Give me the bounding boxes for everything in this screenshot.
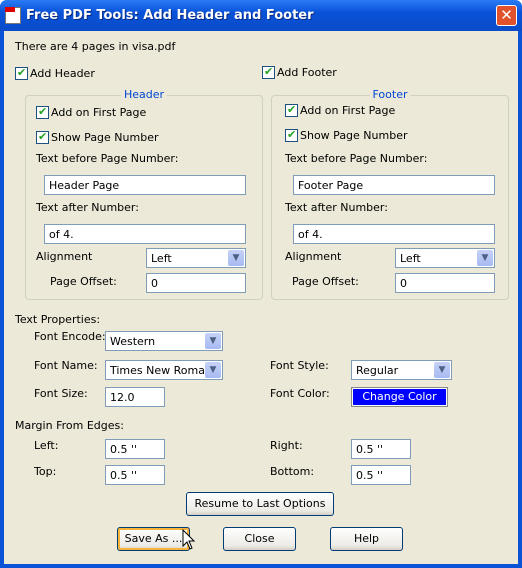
footer-after-input[interactable]: of 4. (293, 224, 495, 244)
font-color-label: Font Color: (270, 387, 330, 400)
header-alignment-value: Left (151, 252, 172, 265)
font-style-select[interactable]: Regular ▼ (351, 360, 452, 380)
add-footer-checkbox[interactable] (262, 65, 275, 79)
chevron-down-icon[interactable]: ▼ (205, 362, 221, 378)
header-alignment-select[interactable]: Left ▼ (146, 248, 246, 268)
footer-alignment-label: Alignment (285, 250, 342, 263)
header-after-label: Text after Number: (36, 201, 139, 214)
margin-right-input[interactable]: 0.5 '' (351, 439, 411, 459)
page-count-info: There are 4 pages in visa.pdf (15, 40, 176, 53)
chevron-down-icon[interactable]: ▼ (228, 250, 244, 266)
footer-after-label: Text after Number: (285, 201, 388, 214)
change-color-button[interactable]: Change Color (351, 387, 448, 407)
dialog-window: Free PDF Tools: Add Header and Footer ✕ … (0, 0, 522, 568)
font-style-label: Font Style: (270, 359, 329, 372)
header-first-page-checkbox[interactable] (36, 105, 49, 119)
header-offset-label: Page Offset: (50, 275, 117, 288)
footer-before-input[interactable]: Footer Page (293, 175, 495, 195)
header-offset-input[interactable]: 0 (146, 273, 246, 293)
mouse-cursor-icon (182, 529, 196, 550)
app-icon (5, 7, 21, 24)
footer-show-number-label: Show Page Number (300, 129, 408, 142)
font-style-value: Regular (356, 364, 399, 377)
window-title: Free PDF Tools: Add Header and Footer (26, 8, 314, 23)
margin-left-input[interactable]: 0.5 '' (105, 439, 165, 459)
font-encode-select[interactable]: Western ▼ (105, 331, 223, 351)
font-encode-label: Font Encode: (34, 330, 106, 343)
margin-top-label: Top: (34, 465, 57, 478)
font-size-label: Font Size: (34, 387, 88, 400)
header-first-page-label: Add on First Page (51, 106, 147, 119)
footer-first-page-label: Add on First Page (300, 104, 396, 117)
font-name-label: Font Name: (34, 359, 98, 372)
header-after-input[interactable]: of 4. (44, 224, 246, 244)
chevron-down-icon[interactable]: ▼ (205, 333, 221, 349)
header-legend: Header (120, 88, 168, 101)
header-group: Header Add on First Page Show Page Numbe… (25, 88, 263, 300)
text-properties-heading: Text Properties: (15, 313, 101, 326)
margin-bottom-label: Bottom: (270, 465, 315, 478)
margin-left-label: Left: (34, 439, 59, 452)
footer-first-page-checkbox[interactable] (285, 103, 298, 117)
margin-top-input[interactable]: 0.5 '' (105, 465, 165, 485)
save-as-button[interactable]: Save As ... (117, 527, 190, 551)
margin-bottom-input[interactable]: 0.5 '' (351, 465, 411, 485)
footer-alignment-value: Left (400, 252, 421, 265)
header-before-label: Text before Page Number: (36, 152, 179, 165)
close-window-button[interactable]: ✕ (496, 5, 517, 26)
margin-heading: Margin From Edges: (15, 419, 124, 432)
margin-right-label: Right: (270, 439, 303, 452)
title-bar[interactable]: Free PDF Tools: Add Header and Footer ✕ (0, 0, 522, 31)
font-name-value: Times New Roman (110, 364, 212, 377)
close-button[interactable]: Close (223, 527, 296, 551)
footer-legend: Footer (369, 88, 411, 101)
dialog-body: There are 4 pages in visa.pdf Add Header… (4, 31, 518, 564)
font-size-input[interactable]: 12.0 (105, 387, 165, 407)
header-alignment-label: Alignment (36, 250, 93, 263)
help-button[interactable]: Help (330, 527, 403, 551)
footer-show-number-checkbox[interactable] (285, 128, 298, 142)
footer-group: Footer Add on First Page Show Page Numbe… (271, 88, 509, 300)
add-header-label: Add Header (30, 67, 95, 80)
footer-before-label: Text before Page Number: (285, 152, 428, 165)
footer-alignment-select[interactable]: Left ▼ (395, 248, 495, 268)
footer-offset-input[interactable]: 0 (395, 273, 495, 293)
font-encode-value: Western (110, 335, 156, 348)
chevron-down-icon[interactable]: ▼ (434, 362, 450, 378)
font-name-select[interactable]: Times New Roman ▼ (105, 360, 223, 380)
footer-offset-label: Page Offset: (292, 275, 359, 288)
resume-last-options-button[interactable]: Resume to Last Options (186, 492, 334, 516)
header-show-number-checkbox[interactable] (36, 130, 49, 144)
chevron-down-icon[interactable]: ▼ (477, 250, 493, 266)
add-footer-label: Add Footer (277, 66, 337, 79)
header-before-input[interactable]: Header Page (44, 175, 246, 195)
header-show-number-label: Show Page Number (51, 131, 159, 144)
add-header-checkbox[interactable] (15, 66, 28, 80)
